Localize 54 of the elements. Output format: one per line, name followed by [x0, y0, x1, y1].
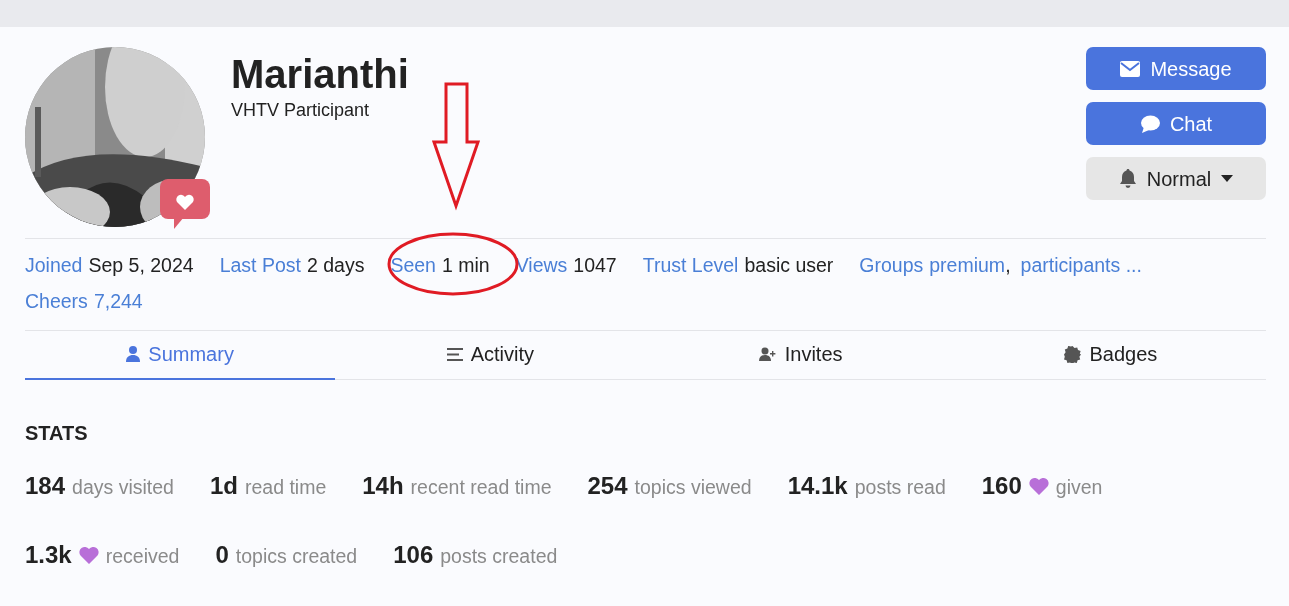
meta-link[interactable]: Cheers — [25, 287, 88, 317]
speech-bubble-icon — [1139, 114, 1160, 133]
stat-value: 1d — [209, 473, 238, 498]
meta-link[interactable]: Seen — [390, 251, 436, 281]
meta-link[interactable]: Last Post — [219, 251, 301, 281]
group-link[interactable]: premium — [929, 251, 1006, 281]
stat-label: days visited — [72, 474, 174, 499]
section-heading: STATS — [25, 420, 89, 446]
meta-link[interactable]: 7,244 — [93, 287, 143, 317]
meta-value: 1047 — [573, 253, 617, 278]
meta-link[interactable]: Joined — [25, 251, 83, 281]
stat-label: recent read time — [410, 474, 552, 499]
meta-value: Sep 5, 2024 — [88, 253, 194, 278]
heart-icon — [78, 546, 99, 564]
heart-badge-icon — [160, 179, 210, 229]
meta-value: 2 days — [306, 253, 365, 278]
profile-tab[interactable]: Activity — [335, 330, 646, 380]
user-title: VHTV Participant — [231, 99, 371, 122]
stat-label: read time — [244, 474, 327, 499]
stat-label: received — [105, 543, 180, 568]
stat-label: topics created — [235, 543, 358, 568]
badge-icon — [1064, 345, 1082, 363]
stat-value: 14.1k — [787, 473, 848, 498]
heart-icon — [1028, 477, 1049, 495]
stat-value: 106 — [393, 542, 434, 567]
group-link[interactable]: participants ... — [1020, 251, 1142, 281]
list-icon — [446, 347, 463, 361]
meta-value: basic user — [744, 253, 834, 278]
stat-value: 14h — [362, 473, 404, 498]
stat-label: given — [1055, 474, 1103, 499]
action-button[interactable]: Message — [1086, 47, 1266, 90]
meta-value: 1 min — [441, 253, 490, 278]
caret-icon — [1221, 175, 1234, 182]
bell-icon — [1118, 169, 1137, 188]
profile-tab[interactable]: Summary — [25, 330, 336, 380]
stat-value: 1.3k — [25, 542, 72, 567]
user-icon — [126, 346, 141, 362]
envelope-icon — [1120, 60, 1141, 77]
meta-link[interactable]: Trust Level — [642, 251, 739, 281]
stat-value: 254 — [587, 473, 628, 498]
user-plus-icon — [758, 347, 777, 361]
separator-text: , — [1005, 253, 1011, 278]
stat-label: topics viewed — [634, 474, 752, 499]
stat-value: 0 — [215, 542, 229, 567]
profile-tab[interactable]: Badges — [955, 330, 1266, 380]
stat-label: posts read — [854, 474, 946, 499]
stat-value: 160 — [981, 473, 1022, 498]
stat-value: 184 — [25, 473, 66, 498]
meta-link[interactable]: Groups — [859, 251, 924, 281]
action-button[interactable]: Chat — [1086, 102, 1266, 145]
notification-dropdown[interactable]: Normal — [1086, 157, 1266, 200]
user-name: Marianthi — [231, 52, 410, 96]
profile-tab[interactable]: Invites — [645, 330, 956, 380]
stat-label: posts created — [440, 543, 558, 568]
